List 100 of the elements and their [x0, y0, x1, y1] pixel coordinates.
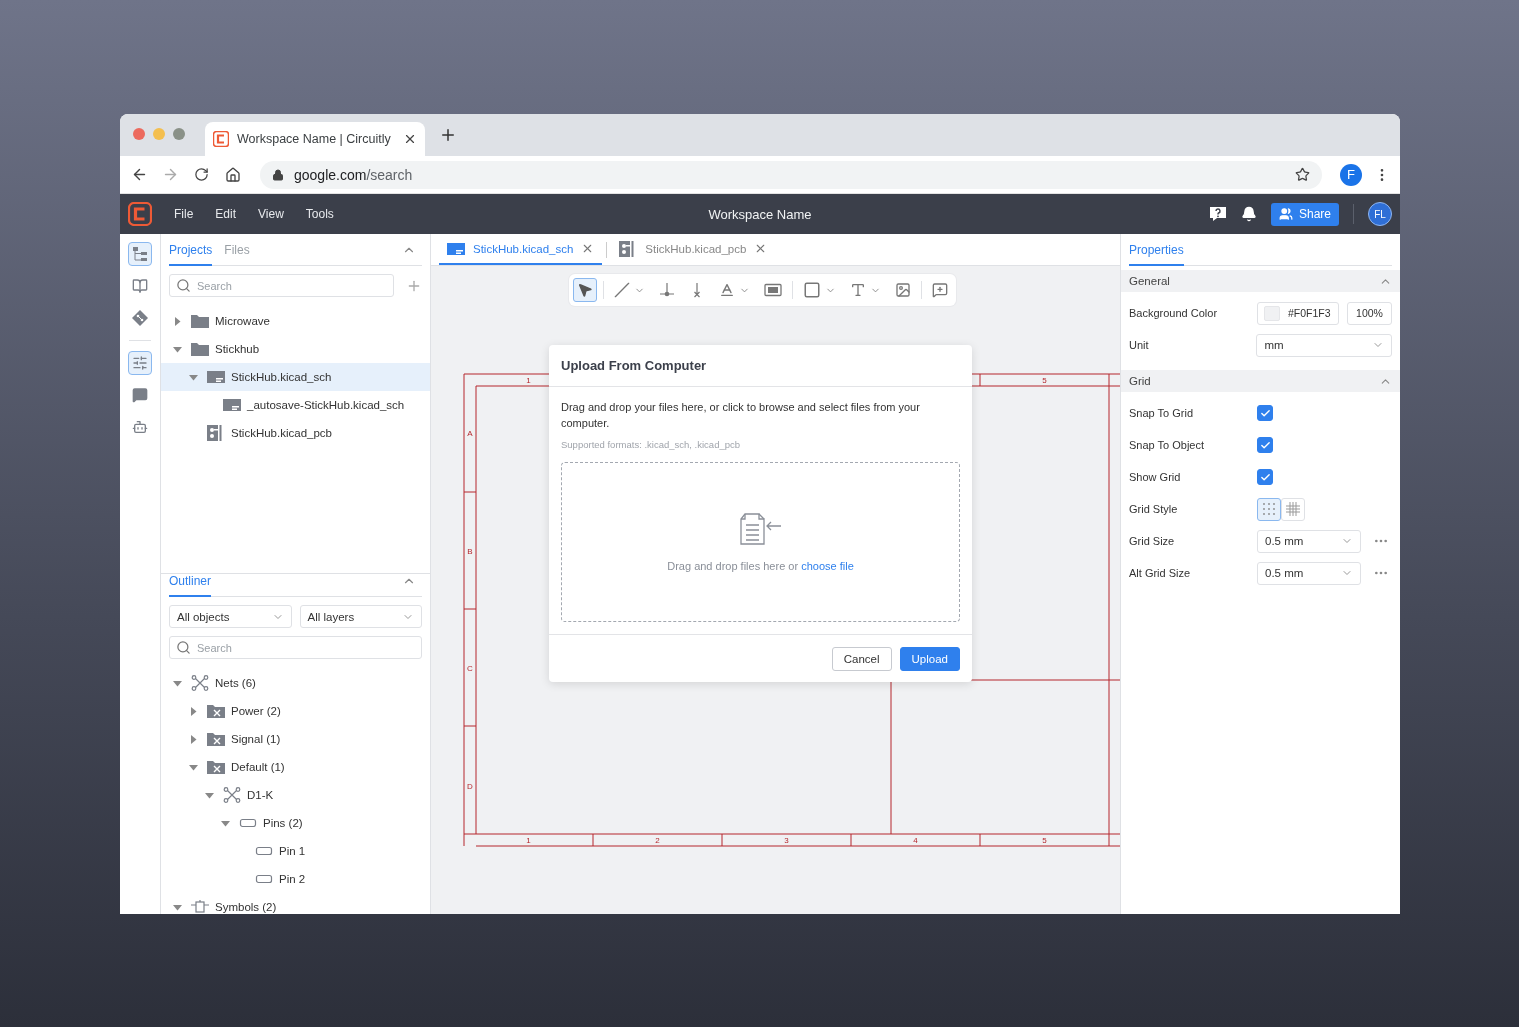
tree-item[interactable]: Signal (1): [161, 725, 430, 753]
menu-item[interactable]: File: [174, 207, 194, 221]
tree-item[interactable]: Symbols (2): [161, 893, 430, 914]
reload-icon[interactable]: [194, 167, 209, 182]
caret-down-icon[interactable]: [220, 818, 230, 828]
filter-dropdown[interactable]: All layers: [299, 605, 422, 628]
dot-grid-toggle[interactable]: [1257, 497, 1281, 521]
close-tab-icon[interactable]: [403, 132, 417, 146]
editor-tab[interactable]: StickHub.kicad_pcb: [611, 234, 776, 265]
forward-icon[interactable]: [162, 166, 179, 183]
tree-item[interactable]: Stickhub: [161, 335, 430, 363]
line-grid-toggle[interactable]: [1281, 497, 1305, 521]
new-tab-icon[interactable]: [439, 126, 457, 144]
property-label: Grid Style: [1129, 503, 1179, 515]
checkbox[interactable]: [1257, 437, 1273, 453]
caret-down-icon[interactable]: [188, 762, 198, 772]
label-icon: [719, 282, 735, 298]
browser-tab[interactable]: Workspace Name | Circuitly: [205, 122, 425, 156]
image-icon: [895, 282, 911, 298]
tree-item[interactable]: Power (2): [161, 697, 430, 725]
zone-label: 5: [1042, 836, 1047, 845]
pin-icon: [255, 873, 273, 885]
caret-right-icon[interactable]: [172, 316, 182, 326]
zoom-window-button[interactable]: [173, 128, 185, 140]
caret-down-icon[interactable]: [172, 344, 182, 354]
tree-item[interactable]: StickHub.kicad_pcb: [161, 419, 430, 447]
caret-down-icon[interactable]: [172, 902, 182, 912]
menu-item[interactable]: View: [258, 207, 284, 221]
dot-grid-icon: [1263, 503, 1275, 515]
drop-instructions: Drag and drop files here or choose file: [667, 560, 854, 572]
app-logo-icon[interactable]: [128, 202, 152, 226]
sliders-icon: [132, 355, 148, 371]
tool-button[interactable]: [573, 278, 597, 302]
line-icon: [614, 282, 630, 298]
tree-item[interactable]: StickHub.kicad_sch: [161, 363, 430, 391]
book-icon: [132, 278, 148, 294]
profile-avatar[interactable]: F: [1340, 163, 1362, 186]
tab-label: StickHub.kicad_pcb: [645, 242, 747, 255]
checkbox[interactable]: [1257, 469, 1273, 485]
cancel-button[interactable]: Cancel: [831, 646, 892, 671]
upload-button[interactable]: Upload: [899, 646, 960, 671]
caret-right-icon[interactable]: [188, 706, 198, 716]
network-icon: [191, 675, 209, 691]
search-field[interactable]: Search: [169, 274, 394, 297]
help-icon[interactable]: [1208, 205, 1227, 223]
net-folder-icon: [207, 732, 225, 746]
zone-label: 1: [526, 836, 531, 845]
drop-zone[interactable]: Drag and drop files here or choose file: [561, 462, 960, 622]
tree-item[interactable]: Pins (2): [161, 809, 430, 837]
line-grid-icon: [1286, 502, 1300, 516]
net-folder-icon: [207, 760, 225, 774]
share-button[interactable]: Share: [1270, 202, 1339, 226]
tree-item[interactable]: Nets (6): [161, 669, 430, 697]
pin-icon: [255, 845, 273, 857]
section-header[interactable]: Grid: [1121, 370, 1400, 392]
caret-down-icon[interactable]: [188, 372, 198, 382]
sheet-icon: [764, 283, 782, 297]
notifications-icon[interactable]: [1240, 206, 1257, 222]
check-icon: [1259, 471, 1271, 483]
opacity-field[interactable]: 100%: [1347, 301, 1392, 325]
select-field[interactable]: mm: [1256, 333, 1392, 357]
tree-item[interactable]: Pin 2: [161, 865, 430, 893]
search-icon: [176, 278, 191, 293]
caret-down-icon[interactable]: [172, 678, 182, 688]
select-field[interactable]: 0.5 mm: [1257, 529, 1361, 553]
home-icon[interactable]: [224, 166, 241, 183]
sidebar-button[interactable]: [128, 242, 152, 266]
tree-item[interactable]: D1-K: [161, 781, 430, 809]
pointer-icon: [577, 282, 593, 298]
bookmark-star-icon[interactable]: [1295, 167, 1310, 182]
robot-icon: [132, 419, 148, 435]
caret-down-icon[interactable]: [204, 790, 214, 800]
close-window-button[interactable]: [133, 128, 145, 140]
property-label: Snap To Object: [1129, 439, 1205, 451]
section-header[interactable]: General: [1121, 270, 1400, 292]
search-input[interactable]: Search: [197, 637, 415, 658]
panel-tab[interactable]: Projects: [169, 243, 213, 266]
menu-item[interactable]: Edit: [215, 207, 237, 221]
filter-dropdown[interactable]: All objects: [169, 605, 292, 628]
tree-item[interactable]: Default (1): [161, 753, 430, 781]
checkbox[interactable]: [1257, 405, 1273, 421]
user-avatar[interactable]: FL: [1368, 202, 1392, 226]
color-field[interactable]: #F0F1F3: [1257, 301, 1339, 325]
address-bar[interactable]: google.com/search: [260, 160, 1322, 189]
schematic-file-icon: [207, 370, 225, 384]
tree-item[interactable]: Pin 1: [161, 837, 430, 865]
choose-file-link[interactable]: choose file: [801, 560, 854, 572]
tree-item[interactable]: _autosave-StickHub.kicad_sch: [161, 391, 430, 419]
sidebar-button[interactable]: [128, 351, 152, 375]
menu-item[interactable]: Tools: [305, 207, 334, 221]
tree-item[interactable]: Microwave: [161, 307, 430, 335]
panel-tab[interactable]: Outliner: [169, 574, 212, 597]
caret-right-icon[interactable]: [188, 734, 198, 744]
back-icon[interactable]: [131, 166, 148, 183]
search-field[interactable]: Search: [169, 636, 422, 659]
color-swatch[interactable]: [1264, 305, 1280, 321]
select-field[interactable]: 0.5 mm: [1257, 561, 1361, 585]
panel-tab[interactable]: Properties: [1129, 243, 1184, 266]
search-input[interactable]: Search: [197, 275, 387, 296]
dialog-description: Drag and drop your files here, or click to browse and select files from your computer.: [561, 400, 921, 431]
